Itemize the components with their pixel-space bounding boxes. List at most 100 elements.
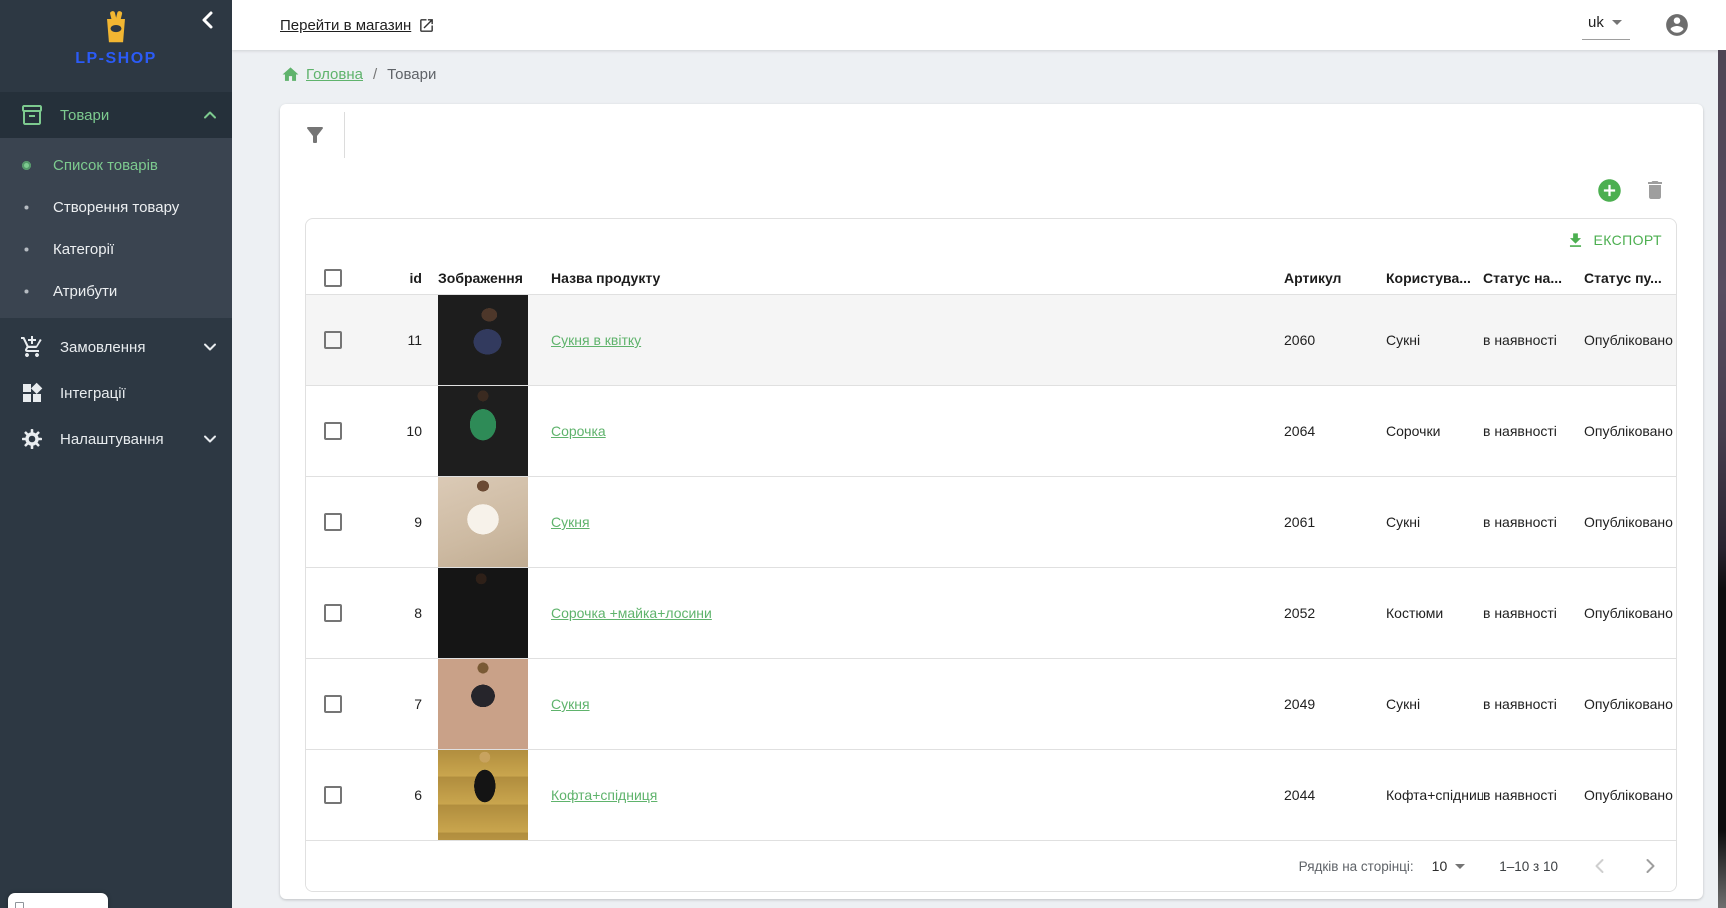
product-name-link[interactable]: Сорочка	[551, 423, 606, 439]
breadcrumb-home-link[interactable]: Головна	[281, 65, 363, 84]
sidebar-subitem-label: Список товарів	[53, 157, 158, 174]
widgets-icon	[20, 381, 44, 405]
rows-per-page-label: Рядків на сторінці:	[1299, 859, 1414, 874]
product-sku: 2049	[1284, 696, 1386, 712]
header-publish-status: Статус пу...	[1584, 270, 1676, 286]
product-publish-status: Опубліковано	[1584, 423, 1676, 439]
sidebar-collapse-icon[interactable]	[196, 8, 220, 32]
bottom-left-popup[interactable]	[8, 893, 108, 908]
row-checkbox[interactable]	[324, 695, 342, 713]
product-sku: 2061	[1284, 514, 1386, 530]
product-id: 8	[358, 605, 426, 621]
sidebar-item-product-list[interactable]: Список товарів	[0, 144, 232, 186]
product-category: Кофта+спідниц	[1386, 787, 1483, 803]
row-checkbox[interactable]	[324, 786, 342, 804]
product-photo[interactable]	[438, 750, 528, 840]
product-photo[interactable]	[438, 477, 528, 567]
sidebar-item-attributes[interactable]: Атрибути	[0, 270, 232, 312]
pagination-bar: Рядків на сторінці: 10 1–10 з 10	[306, 841, 1676, 891]
table-actions	[280, 166, 1703, 214]
cart-plus-icon	[20, 335, 44, 359]
header-sku: Артикул	[1284, 270, 1386, 286]
breadcrumb: Головна / Товари	[232, 50, 1726, 98]
language-value: uk	[1588, 14, 1604, 31]
product-id: 10	[358, 423, 426, 439]
product-category: Сорочки	[1386, 423, 1483, 439]
product-id: 11	[358, 332, 426, 348]
product-photo[interactable]	[438, 568, 528, 658]
product-stock-status: в наявності	[1483, 605, 1584, 621]
product-publish-status: Опубліковано	[1584, 696, 1676, 712]
sidebar-item-categories[interactable]: Категорії	[0, 228, 232, 270]
table-row: 11 Сукня в квітку 2060 Сукні в наявності…	[306, 295, 1676, 386]
sidebar-subitem-label: Категорії	[53, 241, 114, 258]
sidebar-item-products[interactable]: Товари	[0, 92, 232, 138]
product-publish-status: Опубліковано	[1584, 332, 1676, 348]
sidebar-subitem-label: Створення товару	[53, 199, 179, 216]
header-id: id	[358, 270, 426, 286]
header-name: Назва продукту	[551, 270, 1284, 286]
product-publish-status: Опубліковано	[1584, 514, 1676, 530]
product-sku: 2044	[1284, 787, 1386, 803]
products-submenu: Список товарів Створення товару Категорі…	[0, 138, 232, 318]
popup-glyph-icon	[15, 902, 24, 908]
chevron-down-icon	[200, 337, 220, 357]
product-stock-status: в наявності	[1483, 787, 1584, 803]
header-category: Користува...	[1386, 270, 1483, 286]
product-photo[interactable]	[438, 295, 528, 385]
product-stock-status: в наявності	[1483, 423, 1584, 439]
export-button[interactable]: ЕКСПОРТ	[1566, 231, 1662, 250]
product-name-link[interactable]: Сукня	[551, 696, 590, 712]
product-name-link[interactable]: Кофта+спідниця	[551, 787, 657, 803]
logo-block: LP-SHOP	[0, 0, 232, 92]
product-category: Сукні	[1386, 332, 1483, 348]
product-name-link[interactable]: Сорочка +майка+лосини	[551, 605, 712, 621]
product-sku: 2064	[1284, 423, 1386, 439]
product-name-link[interactable]: Сукня в квітку	[551, 332, 641, 348]
add-circle-icon[interactable]	[1596, 177, 1623, 204]
product-sku: 2060	[1284, 332, 1386, 348]
product-publish-status: Опубліковано	[1584, 787, 1676, 803]
product-photo[interactable]	[438, 386, 528, 476]
go-to-shop-link[interactable]: Перейти в магазин	[280, 17, 435, 34]
previous-page-button[interactable]	[1588, 854, 1612, 878]
divider	[344, 112, 345, 158]
filter-funnel-icon[interactable]	[303, 123, 327, 147]
sidebar-item-integrations[interactable]: Інтеграції	[0, 370, 232, 416]
main-area: Перейти в магазин uk Головна / Товари	[232, 0, 1726, 908]
breadcrumb-current: Товари	[387, 66, 436, 83]
product-id: 7	[358, 696, 426, 712]
row-checkbox[interactable]	[324, 422, 342, 440]
sidebar-item-create-product[interactable]: Створення товару	[0, 186, 232, 228]
row-checkbox[interactable]	[324, 331, 342, 349]
sidebar-item-label: Налаштування	[60, 431, 200, 448]
next-page-button[interactable]	[1638, 854, 1662, 878]
background-window-sliver	[1718, 50, 1726, 908]
product-stock-status: в наявності	[1483, 696, 1584, 712]
bullet-icon	[22, 161, 31, 170]
export-label: ЕКСПОРТ	[1594, 232, 1662, 248]
shopping-bag-logo-icon	[97, 8, 135, 48]
product-sku: 2052	[1284, 605, 1386, 621]
product-name-link[interactable]: Сукня	[551, 514, 590, 530]
chevron-down-icon	[200, 429, 220, 449]
sidebar-item-orders[interactable]: Замовлення	[0, 324, 232, 370]
topbar: Перейти в магазин uk	[232, 0, 1726, 50]
select-all-checkbox[interactable]	[324, 269, 342, 287]
account-circle-icon[interactable]	[1664, 12, 1690, 38]
gear-icon	[20, 427, 44, 451]
row-checkbox[interactable]	[324, 513, 342, 531]
sidebar-item-settings[interactable]: Налаштування	[0, 416, 232, 462]
table-row: 6 Кофта+спідниця 2044 Кофта+спідниц в на…	[306, 750, 1676, 841]
trash-icon[interactable]	[1643, 178, 1667, 202]
export-row: ЕКСПОРТ	[306, 219, 1676, 261]
external-link-icon	[418, 17, 435, 34]
sidebar-item-label: Інтеграції	[60, 385, 220, 402]
header-stock-status: Статус на...	[1483, 270, 1584, 286]
rows-per-page-select[interactable]: 10	[1432, 858, 1466, 874]
product-photo[interactable]	[438, 659, 528, 749]
rows-per-page-value: 10	[1432, 858, 1448, 874]
language-select[interactable]: uk	[1582, 10, 1630, 40]
row-checkbox[interactable]	[324, 604, 342, 622]
caret-down-icon	[1612, 20, 1622, 25]
